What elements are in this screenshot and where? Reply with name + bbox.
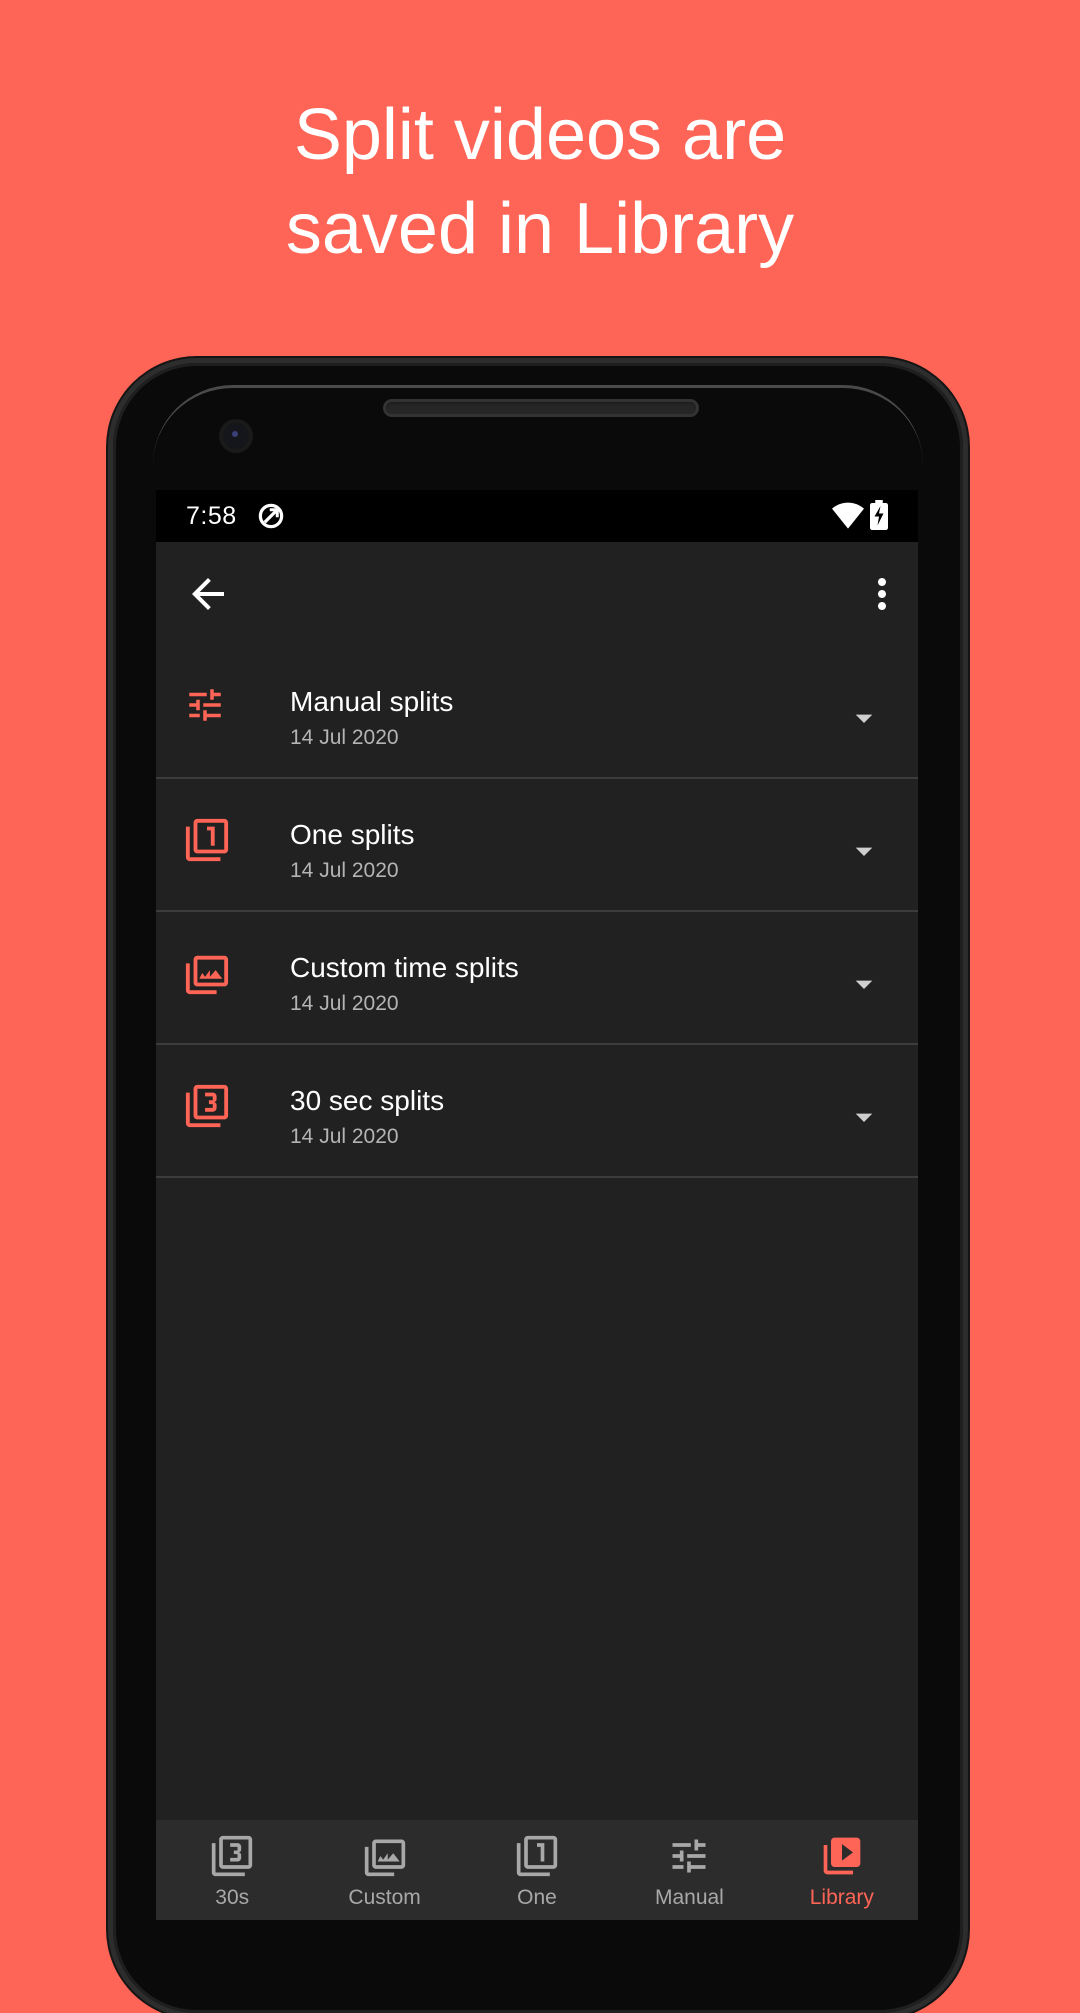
- phone-speaker: [383, 399, 699, 417]
- item-title: 30 sec splits: [290, 1085, 445, 1116]
- filter-3-icon: [184, 1083, 230, 1134]
- item-title: Custom time splits: [290, 952, 519, 983]
- phone-glint: [153, 385, 923, 468]
- library-item-30-sec-splits[interactable]: 30 sec splits 14 Jul 2020: [156, 1045, 918, 1178]
- headline-line-2: saved in Library: [285, 189, 795, 269]
- item-title: One splits: [290, 819, 415, 850]
- item-date: 14 Jul 2020: [290, 726, 399, 749]
- nav-label: Custom: [348, 1886, 421, 1909]
- nav-item-30s[interactable]: 30s: [156, 1820, 308, 1920]
- app-screen: 7:58 Manual splits 14 Jul 2020 One split…: [156, 490, 918, 1920]
- nav-item-one[interactable]: One: [461, 1820, 613, 1920]
- arrow-drop-down-icon[interactable]: [844, 831, 884, 876]
- tune-icon: [667, 1834, 711, 1883]
- item-date: 14 Jul 2020: [290, 1125, 399, 1148]
- app-toolbar: [156, 542, 918, 646]
- nav-label: Manual: [654, 1886, 724, 1909]
- library-list: Manual splits 14 Jul 2020 One splits 14 …: [156, 646, 918, 1178]
- phone-power-button: [962, 785, 969, 895]
- nav-label: One: [517, 1886, 557, 1909]
- arrow-drop-down-icon[interactable]: [844, 698, 884, 743]
- video-library-icon: [820, 1834, 864, 1883]
- nav-label: 30s: [215, 1886, 250, 1909]
- sync-icon: [256, 501, 286, 536]
- filter-3-icon: [210, 1834, 254, 1883]
- nav-item-manual[interactable]: Manual: [613, 1820, 765, 1920]
- bottom-navigation: 30s Custom One Manual Library: [156, 1820, 918, 1920]
- front-camera: [223, 423, 249, 449]
- more-vert-icon[interactable]: [858, 570, 906, 623]
- phone-volume-button: [962, 1030, 969, 1250]
- photo-library-icon: [363, 1834, 407, 1883]
- nav-item-custom[interactable]: Custom: [308, 1820, 460, 1920]
- library-item-manual-splits[interactable]: Manual splits 14 Jul 2020: [156, 646, 918, 779]
- item-title: Manual splits: [290, 686, 454, 717]
- item-date: 14 Jul 2020: [290, 859, 399, 882]
- nav-label: Library: [809, 1886, 874, 1909]
- library-item-custom-time-splits[interactable]: Custom time splits 14 Jul 2020: [156, 912, 918, 1045]
- arrow-back-icon[interactable]: [184, 570, 232, 623]
- arrow-drop-down-icon[interactable]: [844, 1097, 884, 1142]
- library-item-one-splits[interactable]: One splits 14 Jul 2020: [156, 779, 918, 912]
- filter-1-icon: [184, 817, 230, 868]
- status-time: 7:58: [186, 502, 237, 530]
- photo-library-icon: [184, 950, 230, 1001]
- item-date: 14 Jul 2020: [290, 992, 399, 1015]
- battery-charging-icon: [870, 500, 888, 535]
- wifi-icon: [832, 502, 864, 535]
- arrow-drop-down-icon[interactable]: [844, 964, 884, 1009]
- nav-item-library[interactable]: Library: [766, 1820, 918, 1920]
- promo-headline: Split videos are saved in Library: [0, 88, 1080, 276]
- headline-line-1: Split videos are: [293, 95, 787, 175]
- filter-1-icon: [515, 1834, 559, 1883]
- tune-icon: [184, 684, 226, 731]
- status-bar: 7:58: [156, 490, 918, 542]
